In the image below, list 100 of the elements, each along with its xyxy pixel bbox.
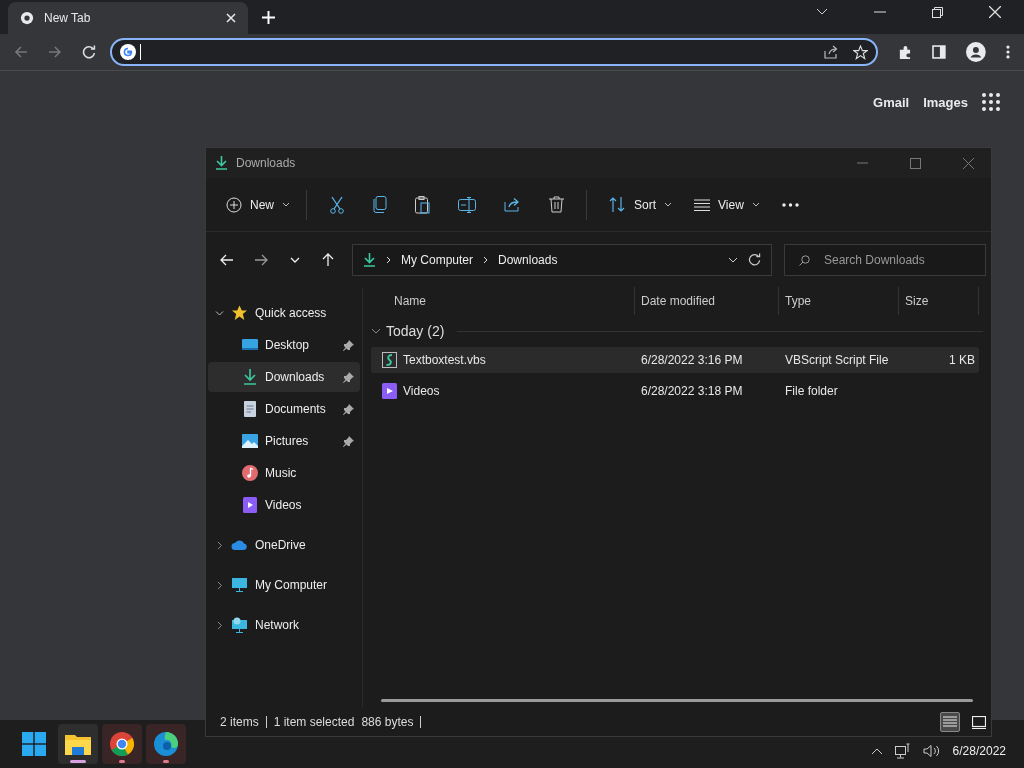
share-icon[interactable] — [823, 45, 839, 59]
type-cell-text: VBScript Script File — [784, 353, 890, 367]
selection-status: 1 item selected — [273, 715, 355, 729]
file-row[interactable]: Videos 6/28/2022 3:18 PM File folder — [371, 378, 979, 404]
pin-icon[interactable] — [343, 371, 354, 383]
music-note-icon — [242, 465, 258, 481]
sidebar-item[interactable]: OneDrive — [208, 530, 360, 560]
restore-icon[interactable] — [932, 6, 943, 18]
view-button[interactable]: View — [694, 193, 760, 216]
forward-arrow-icon[interactable] — [47, 45, 62, 59]
reload-icon[interactable] — [81, 45, 96, 59]
more-horizontal-icon[interactable] — [781, 202, 799, 207]
apps-grid-icon[interactable] — [982, 93, 1000, 111]
star-icon[interactable] — [852, 44, 868, 60]
address-bar[interactable] — [109, 38, 878, 66]
size-cell: 1 KB — [949, 353, 975, 367]
pin-icon[interactable] — [343, 403, 354, 415]
google-logo-icon — [119, 44, 136, 60]
taskbar-app[interactable] — [146, 724, 186, 764]
sidebar-item[interactable]: Videos — [208, 490, 360, 520]
selection-size: 886 bytes — [361, 715, 414, 729]
puzzle-icon[interactable] — [897, 44, 913, 60]
file-row[interactable]: Textboxtest.vbs 6/28/2022 3:16 PM VBScript Script File 1 KB — [371, 347, 979, 373]
refresh-icon[interactable] — [748, 253, 761, 266]
cloud-icon — [231, 537, 248, 553]
sidebar-item[interactable]: Network — [208, 610, 360, 640]
file-name: Videos — [403, 384, 440, 398]
forward-arrow-icon[interactable] — [255, 253, 268, 266]
plus-icon[interactable] — [262, 11, 275, 24]
address-bar[interactable]: My Computer Downloads — [352, 243, 772, 276]
search-field[interactable]: Search Downloads — [784, 243, 986, 276]
date-cell-text: 6/28/2022 3:16 PM — [640, 353, 744, 367]
sidebar-item[interactable]: Quick access — [208, 298, 360, 328]
download-icon — [215, 156, 228, 170]
header-link[interactable]: Images — [923, 94, 968, 110]
details-view-button[interactable] — [940, 712, 960, 732]
tab-title: New Tab — [44, 11, 92, 25]
chevron-down-icon — [751, 202, 760, 207]
windows-logo-icon — [22, 732, 46, 756]
profile-icon[interactable] — [966, 42, 987, 62]
sort-arrows-icon — [609, 197, 626, 212]
sidebar-item[interactable]: My Computer — [208, 570, 360, 600]
paste-icon[interactable] — [415, 195, 430, 214]
column-header[interactable]: Date modified — [635, 287, 779, 315]
column-header[interactable]: Size — [899, 287, 979, 315]
rename-icon[interactable] — [458, 196, 476, 213]
desktop-icon — [242, 337, 258, 353]
copy-icon[interactable] — [373, 196, 387, 213]
chevron-right-icon — [483, 255, 489, 264]
header-link[interactable]: Gmail — [873, 94, 910, 110]
speaker-icon[interactable] — [922, 744, 941, 758]
file-name: Textboxtest.vbs — [403, 353, 486, 367]
scrollbar[interactable] — [381, 699, 973, 702]
column-header[interactable]: Type — [779, 287, 899, 315]
item-count: 2 items — [220, 715, 259, 729]
chevron-down-icon — [664, 202, 673, 207]
network-icon[interactable] — [894, 743, 911, 759]
window-title: Downloads — [236, 156, 296, 170]
breadcrumb[interactable]: Downloads — [498, 252, 558, 267]
new-button[interactable]: New — [226, 192, 290, 217]
cut-icon[interactable] — [329, 195, 345, 214]
script-file-icon — [382, 352, 397, 368]
star-icon — [231, 305, 248, 321]
sort-button[interactable]: Sort — [609, 193, 673, 216]
chevron-down-icon[interactable] — [728, 256, 738, 263]
list-lines-icon — [694, 198, 711, 211]
group-header[interactable]: Today (2) — [371, 315, 983, 347]
trash-icon[interactable] — [549, 196, 564, 213]
sidebar-item[interactable]: Pictures — [208, 426, 360, 456]
maximize-icon[interactable] — [910, 157, 921, 169]
chevron-right-icon[interactable] — [215, 540, 224, 550]
pin-icon[interactable] — [343, 435, 354, 447]
up-arrow-icon[interactable] — [322, 253, 334, 266]
list-lines-icon — [943, 716, 957, 728]
side-panel-icon[interactable] — [932, 45, 947, 59]
document-icon — [242, 401, 258, 417]
download-icon — [363, 252, 376, 267]
breadcrumb[interactable]: My Computer — [401, 252, 474, 267]
chevron-right-icon[interactable] — [215, 580, 224, 590]
sidebar-item[interactable]: Downloads — [208, 362, 360, 392]
more-vertical-icon[interactable] — [1006, 45, 1010, 59]
date-cell-text: 6/28/2022 3:18 PM — [640, 384, 744, 398]
sidebar-item[interactable]: Documents — [208, 394, 360, 424]
chevron-right-icon[interactable] — [215, 620, 224, 630]
sidebar-item[interactable]: Music — [208, 458, 360, 488]
chevron-down-icon — [371, 326, 381, 336]
sidebar-item[interactable]: Desktop — [208, 330, 360, 360]
video-icon — [242, 497, 258, 513]
share-icon[interactable] — [504, 197, 521, 212]
folder-icon — [65, 733, 91, 755]
monitor-icon — [231, 577, 248, 593]
video-folder-icon — [382, 383, 397, 399]
chevron-down-icon[interactable] — [816, 8, 828, 16]
pin-icon[interactable] — [343, 339, 354, 351]
browser-tab[interactable]: New Tab — [8, 2, 248, 34]
taskbar-app[interactable] — [102, 724, 142, 764]
taskbar-app[interactable] — [58, 724, 98, 764]
clock-date[interactable]: 6/28/2022 — [952, 743, 1006, 759]
column-header[interactable]: Name — [371, 287, 635, 315]
chevron-up-icon[interactable] — [870, 747, 883, 755]
